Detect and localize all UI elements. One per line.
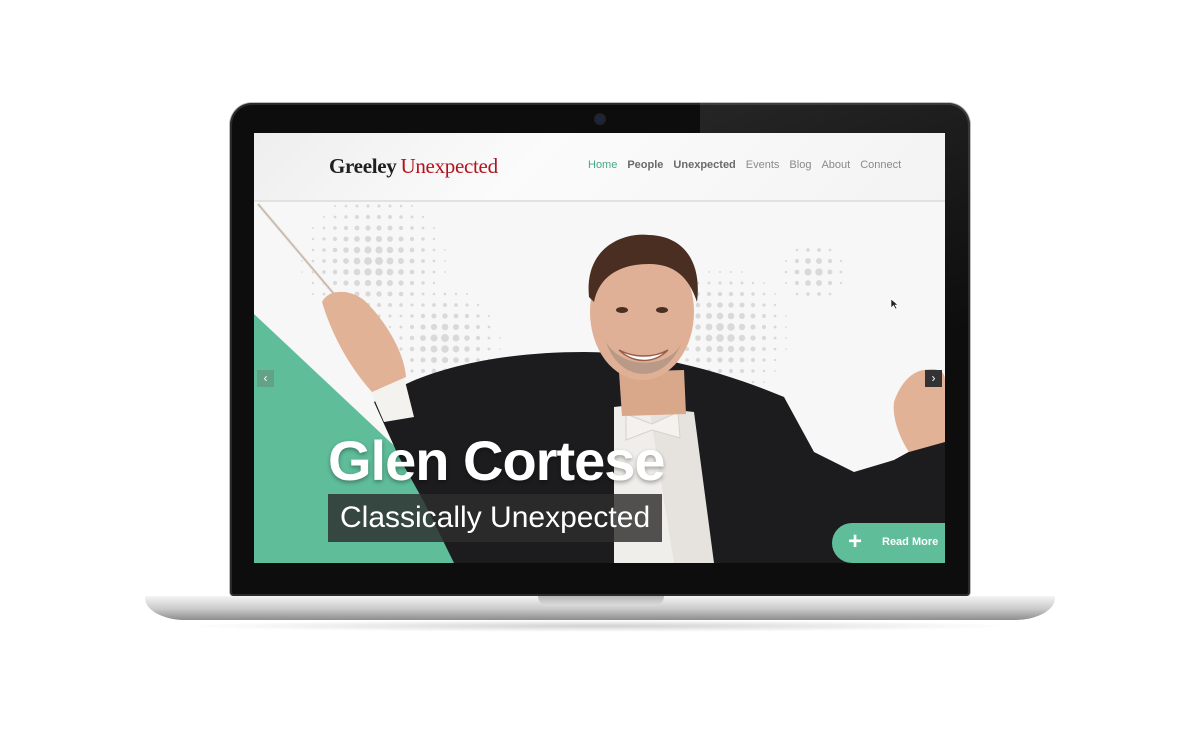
site-logo[interactable]: Greeley Unexpected: [329, 154, 498, 179]
slider-next-button[interactable]: ›: [925, 370, 942, 387]
nav-item-events[interactable]: Events: [746, 159, 780, 171]
nav-item-people[interactable]: People: [627, 159, 663, 171]
nav-item-unexpected[interactable]: Unexpected: [673, 159, 735, 171]
slider-prev-button[interactable]: ‹: [257, 370, 274, 387]
nav-item-connect[interactable]: Connect: [860, 159, 901, 171]
nav-item-about[interactable]: About: [821, 159, 850, 171]
camera-icon: [596, 115, 604, 123]
site-header: Greeley Unexpected Home People Unexpected…: [254, 133, 945, 202]
read-more-button[interactable]: + Read More: [832, 523, 945, 563]
laptop-screen: Greeley Unexpected Home People Unexpected…: [254, 133, 945, 563]
laptop-shadow: [180, 620, 1020, 632]
logo-text-accent: Unexpected: [400, 154, 498, 178]
hero-slider: ‹ › Glen Cortese Classically Unexpected …: [254, 202, 945, 563]
plus-icon: +: [848, 528, 863, 555]
nav-item-home[interactable]: Home: [588, 159, 617, 171]
mouse-cursor-icon: [890, 298, 899, 310]
laptop-notch: [538, 596, 664, 606]
chevron-right-icon: ›: [931, 371, 936, 385]
main-nav: Home People Unexpected Events Blog About…: [588, 159, 901, 171]
hero-subtitle: Classically Unexpected: [328, 494, 663, 542]
logo-text-strong: Greeley: [329, 154, 397, 178]
read-more-label: Read More: [882, 536, 939, 548]
nav-item-blog[interactable]: Blog: [789, 159, 811, 171]
chevron-left-icon: ‹: [263, 371, 268, 385]
hero-title: Glen Cortese: [328, 429, 666, 492]
